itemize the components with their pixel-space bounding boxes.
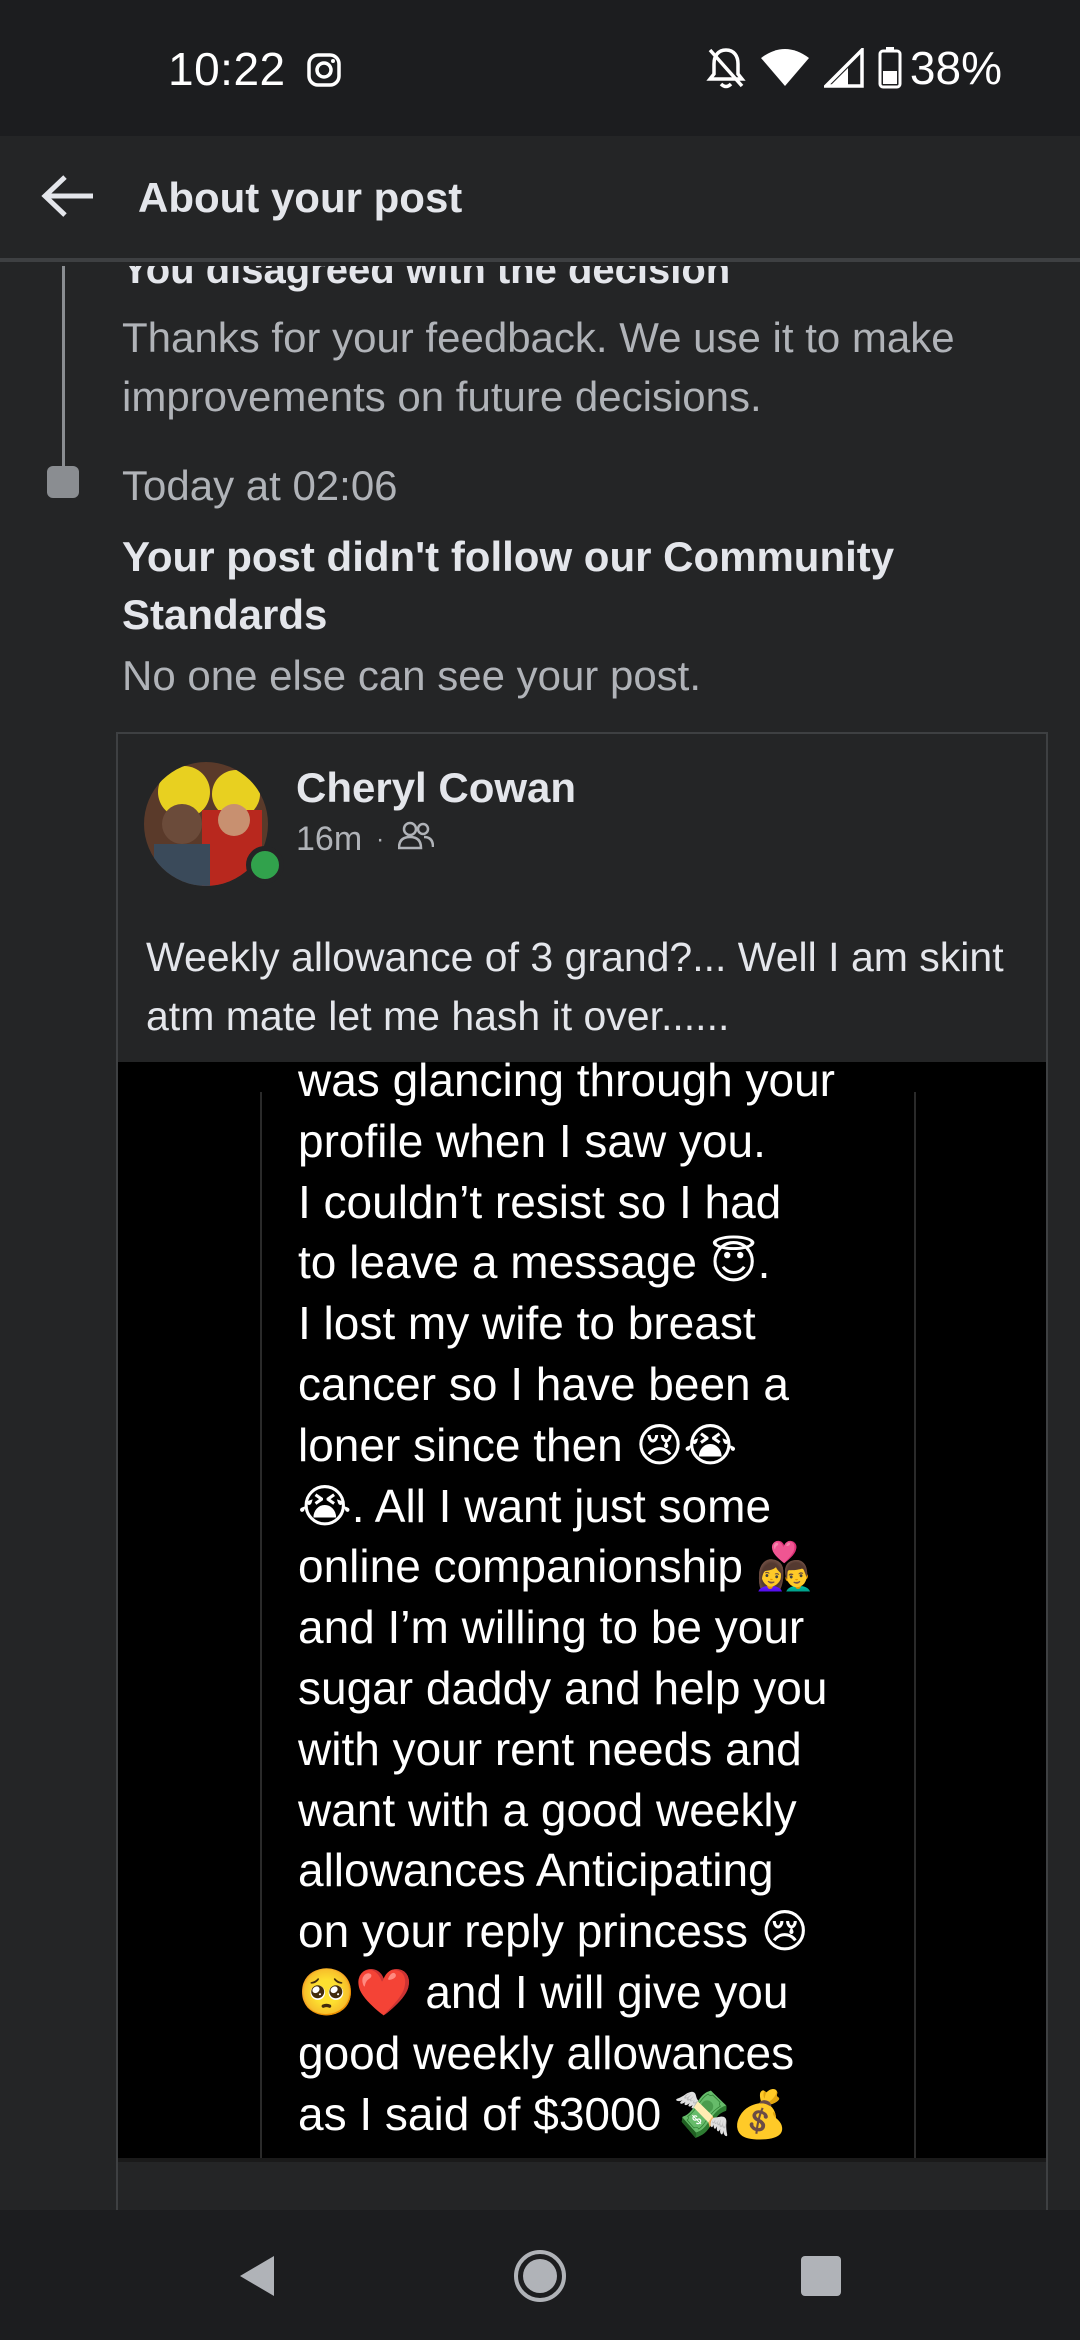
instagram-icon (306, 52, 342, 88)
timeline-node (47, 466, 79, 498)
post-meta: 16m · (296, 820, 435, 859)
author-name[interactable]: Cheryl Cowan (296, 764, 576, 812)
status-time: 10:22 (168, 43, 286, 95)
battery-percentage: 38% (909, 42, 1002, 94)
previous-event-title: You disagreed with the decision (122, 266, 731, 292)
post-status-content[interactable]: You disagreed with the decision Thanks f… (0, 266, 1080, 2210)
recents-square-icon (801, 2256, 841, 2296)
event-title: Your post didn't follow our Community St… (122, 533, 895, 638)
screenshot-message-text: was glancing through your profile when I… (298, 1054, 835, 2140)
back-button[interactable] (38, 166, 98, 226)
app-bar: About your post (0, 136, 1080, 262)
timeline-line (62, 266, 65, 476)
wifi-icon (760, 49, 809, 86)
meta-separator: · (376, 825, 385, 853)
event-description: No one else can see your post. (122, 652, 702, 699)
status-bar: 10:22 38% (0, 0, 1080, 136)
previous-event-description: Thanks for your feedback. We use it to m… (122, 314, 955, 420)
status-icons: 38% (692, 40, 1002, 96)
image-bottom-edge (118, 2158, 1046, 2162)
battery-icon (878, 47, 902, 89)
back-triangle-icon (240, 2256, 274, 2296)
home-circle-icon (514, 2250, 566, 2302)
signal-icon (823, 48, 864, 88)
arrow-left-icon (41, 175, 93, 217)
system-navigation-bar (0, 2210, 1080, 2340)
post-age: 16m (296, 820, 363, 858)
event-time: Today at 02:06 (122, 462, 398, 509)
bell-off-icon (706, 48, 746, 89)
nav-back-button[interactable] (226, 2246, 286, 2306)
page-title: About your post (138, 174, 463, 221)
nav-home-button[interactable] (510, 2246, 570, 2306)
post-card[interactable]: Cheryl Cowan 16m · Weekly allowance of 3… (116, 732, 1048, 2210)
online-status-indicator (246, 846, 284, 884)
friends-icon[interactable] (397, 820, 435, 859)
post-image[interactable]: was glancing through your profile when I… (118, 1054, 1046, 2162)
post-text: Weekly allowance of 3 grand?... Well I a… (146, 934, 1004, 1039)
nav-recents-button[interactable] (791, 2246, 851, 2306)
